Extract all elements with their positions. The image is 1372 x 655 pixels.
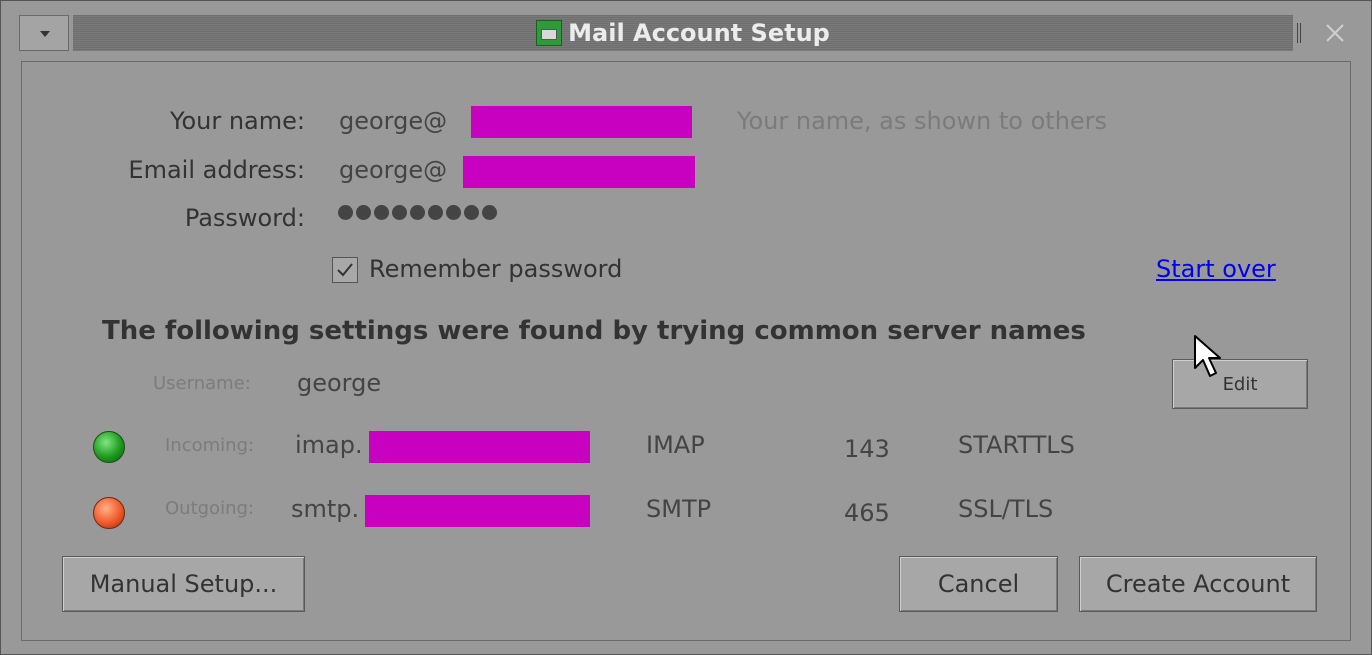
username-label: Username: <box>153 373 251 394</box>
title-bar: Mail Account Setup <box>1 1 1371 61</box>
password-mask-dot <box>482 205 497 220</box>
incoming-label: Incoming: <box>165 435 255 456</box>
remember-password-label[interactable]: Remember password <box>369 255 622 283</box>
incoming-port: 143 <box>844 435 890 463</box>
menu-arrow-icon <box>40 31 50 37</box>
check-icon <box>337 263 353 277</box>
title-strip[interactable]: Mail Account Setup <box>73 15 1293 51</box>
password-mask-dot <box>392 205 407 220</box>
remember-password-checkbox[interactable] <box>332 257 358 283</box>
name-label: Your name: <box>169 107 305 135</box>
password-mask-dot <box>446 205 461 220</box>
name-hint: Your name, as shown to others <box>737 107 1108 135</box>
password-mask-dot <box>464 205 479 220</box>
password-mask-dot <box>374 205 389 220</box>
email-label: Email address: <box>128 156 305 184</box>
outgoing-host: smtp. <box>291 495 360 523</box>
close-icon[interactable] <box>1319 17 1351 49</box>
window-title: Mail Account Setup <box>568 19 830 47</box>
outgoing-status-icon <box>93 497 125 529</box>
start-over-link[interactable]: Start over <box>1156 255 1276 283</box>
password-mask-dot <box>410 205 425 220</box>
outgoing-protocol: SMTP <box>646 495 712 523</box>
create-account-button[interactable]: Create Account <box>1079 556 1317 612</box>
outgoing-redaction <box>365 495 590 527</box>
password-mask-dot <box>356 205 371 220</box>
incoming-host: imap. <box>295 431 363 459</box>
username-value: george <box>297 369 382 397</box>
email-field[interactable]: george@ <box>339 156 447 184</box>
mouse-cursor-icon <box>1194 335 1221 377</box>
outgoing-port: 465 <box>844 499 890 527</box>
password-mask-dot <box>338 205 353 220</box>
manual-setup-button[interactable]: Manual Setup... <box>62 556 305 612</box>
incoming-security: STARTTLS <box>958 431 1075 459</box>
incoming-protocol: IMAP <box>646 431 705 459</box>
outgoing-security: SSL/TLS <box>958 495 1054 523</box>
name-redaction <box>471 106 692 138</box>
maximize-icon[interactable] <box>1297 23 1301 43</box>
mail-app-icon <box>536 20 563 46</box>
incoming-redaction <box>369 431 590 463</box>
password-field[interactable] <box>338 205 497 220</box>
outgoing-label: Outgoing: <box>165 498 254 519</box>
settings-heading: The following settings were found by try… <box>102 316 1086 346</box>
email-redaction <box>463 156 695 188</box>
password-label: Password: <box>184 204 305 232</box>
name-field[interactable]: george@ <box>339 107 447 135</box>
cancel-button[interactable]: Cancel <box>899 556 1058 612</box>
incoming-status-icon <box>93 431 125 463</box>
content-frame <box>21 61 1351 641</box>
mail-account-setup-window: Mail Account Setup Your name: george@ Yo… <box>0 0 1372 655</box>
password-mask-dot <box>428 205 443 220</box>
window-menu-button[interactable] <box>19 15 69 51</box>
